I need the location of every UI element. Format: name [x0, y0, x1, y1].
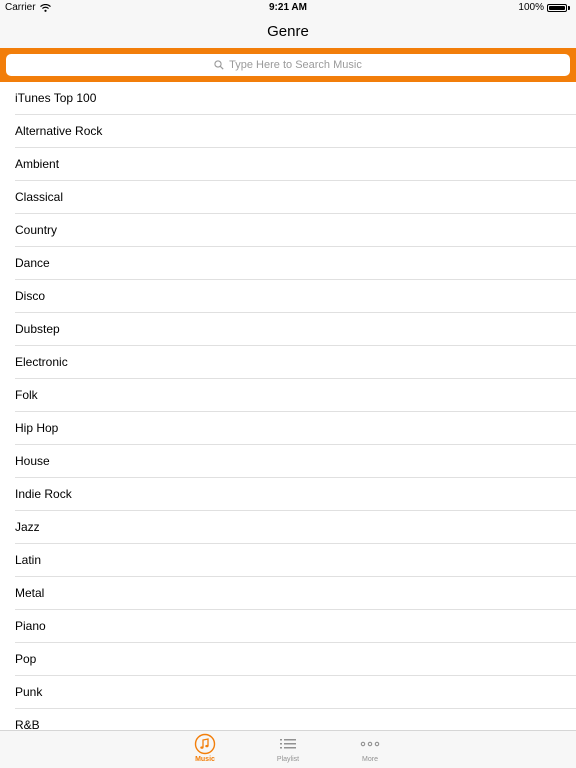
- tab-more[interactable]: More: [340, 733, 400, 763]
- navigation-bar: Genre: [0, 16, 576, 48]
- genre-list-item[interactable]: Disco: [15, 280, 576, 313]
- genre-list-item[interactable]: Indie Rock: [15, 478, 576, 511]
- genre-list-item[interactable]: Metal: [15, 577, 576, 610]
- list-icon: [280, 739, 296, 749]
- genre-list-item[interactable]: Latin: [15, 544, 576, 577]
- search-placeholder: Type Here to Search Music: [229, 59, 362, 71]
- music-note-icon: [194, 733, 216, 755]
- status-right: 100%: [518, 2, 570, 13]
- tab-playlist[interactable]: Playlist: [258, 733, 318, 763]
- genre-list-item[interactable]: Pop: [15, 643, 576, 676]
- more-dots-icon: [360, 741, 380, 747]
- tab-label: More: [362, 756, 378, 763]
- genre-list: iTunes Top 100 Alternative Rock Ambient Cla…: [0, 82, 576, 730]
- genre-list-item[interactable]: Dubstep: [15, 313, 576, 346]
- search-input[interactable]: Type Here to Search Music: [6, 54, 570, 76]
- genre-list-item[interactable]: R&B: [15, 709, 576, 730]
- genre-list-item[interactable]: Classical: [15, 181, 576, 214]
- genre-list-item[interactable]: Punk: [15, 676, 576, 709]
- battery-percent: 100%: [518, 2, 544, 13]
- genre-list-item[interactable]: Ambient: [15, 148, 576, 181]
- genre-list-item[interactable]: Folk: [15, 379, 576, 412]
- tab-label: Playlist: [276, 756, 300, 763]
- battery-icon: [547, 3, 567, 12]
- search-icon: [214, 60, 224, 70]
- genre-list-item[interactable]: Hip Hop: [15, 412, 576, 445]
- genre-list-item[interactable]: Jazz: [15, 511, 576, 544]
- page-title: Genre: [267, 23, 309, 40]
- tab-bar: Music Playlist More: [0, 730, 576, 768]
- genre-list-item[interactable]: Country: [15, 214, 576, 247]
- status-bar: Carrier 9:21 AM 100%: [0, 0, 576, 16]
- genre-list-item[interactable]: Dance: [15, 247, 576, 280]
- genre-list-item[interactable]: House: [15, 445, 576, 478]
- genre-list-item[interactable]: Alternative Rock: [15, 115, 576, 148]
- status-time: 9:21 AM: [269, 2, 307, 13]
- genre-list-item[interactable]: iTunes Top 100: [15, 82, 576, 115]
- genre-list-item[interactable]: Electronic: [15, 346, 576, 379]
- tab-music[interactable]: Music: [175, 733, 235, 763]
- tab-label: Music: [195, 756, 215, 763]
- search-bar: Type Here to Search Music: [0, 48, 576, 82]
- genre-list-item[interactable]: Piano: [15, 610, 576, 643]
